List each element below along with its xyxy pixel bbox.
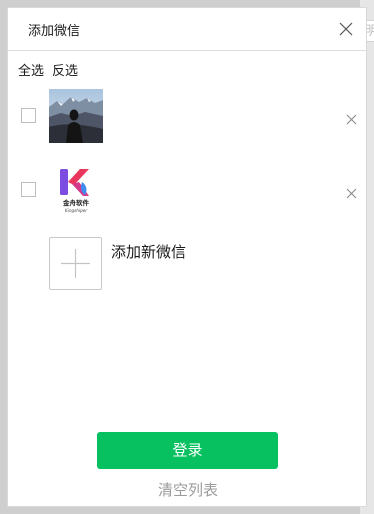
dialog-header: 添加微信	[8, 8, 366, 51]
add-wechat-dialog: 添加微信 全选 反选 金舟软件 Kingshiper 添加新微信 登录 清空列表	[7, 7, 367, 507]
mountain-photo-avatar	[49, 89, 103, 143]
invert-selection-button[interactable]: 反选	[52, 64, 78, 79]
select-all-button[interactable]: 全选	[18, 64, 44, 79]
close-icon	[346, 114, 357, 125]
remove-account-button[interactable]	[346, 110, 357, 125]
close-icon	[346, 188, 357, 199]
logo-text: 金舟软件	[62, 198, 90, 207]
account-row: 金舟软件 Kingshiper	[8, 162, 366, 218]
account-avatar	[49, 89, 103, 143]
clear-list-button[interactable]: 清空列表	[8, 480, 368, 500]
remove-account-button[interactable]	[346, 184, 357, 199]
account-checkbox[interactable]	[21, 182, 36, 197]
selection-bar: 全选 反选	[18, 63, 86, 81]
dialog-title: 添加微信	[28, 24, 81, 39]
close-icon	[339, 22, 353, 36]
add-wechat-label[interactable]: 添加新微信	[111, 242, 186, 262]
logo-subtext: Kingshiper	[65, 208, 87, 213]
account-avatar: 金舟软件 Kingshiper	[49, 163, 103, 217]
kingshiper-logo: 金舟软件 Kingshiper	[49, 163, 103, 217]
account-checkbox[interactable]	[21, 108, 36, 123]
add-wechat-button[interactable]	[49, 237, 102, 290]
plus-icon	[61, 249, 90, 278]
account-row	[8, 88, 366, 144]
login-button[interactable]: 登录	[97, 432, 278, 469]
close-button[interactable]	[338, 21, 354, 37]
